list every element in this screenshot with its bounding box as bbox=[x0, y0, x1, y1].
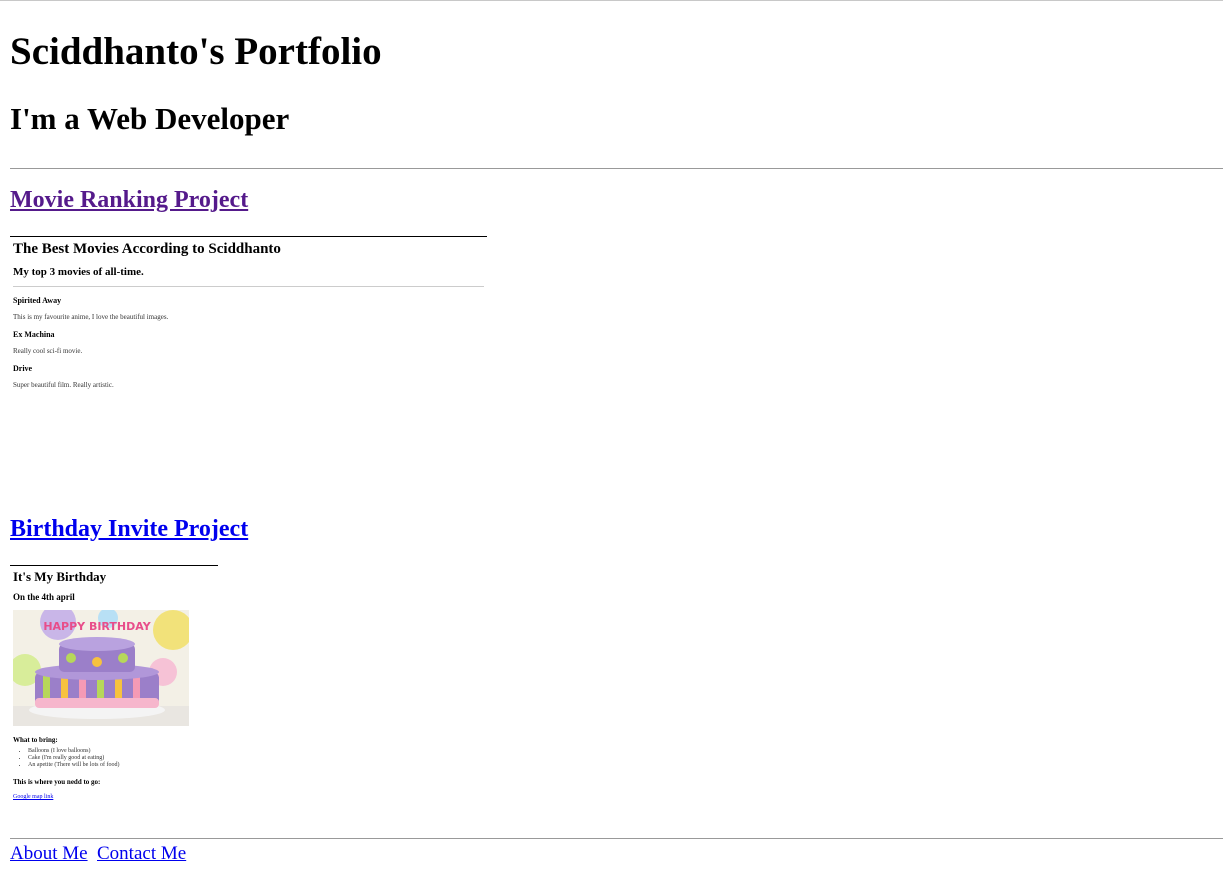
birthday-cake-image: HAPPY BIRTHDAY bbox=[13, 610, 189, 726]
page-title: Sciddhanto's Portfolio bbox=[10, 30, 382, 73]
birthday-invite-project-link[interactable]: Birthday Invite Project bbox=[10, 515, 248, 543]
location-heading: This is where you nedd to go: bbox=[13, 778, 101, 786]
movie-description: Super beautiful film. Really artistic. bbox=[13, 381, 114, 389]
movie-ranking-project-link[interactable]: Movie Ranking Project bbox=[10, 186, 248, 214]
list-item: An apetite (There will be lots of food) bbox=[28, 762, 119, 769]
google-map-link[interactable]: Google map link bbox=[13, 794, 53, 800]
contact-me-link[interactable]: Contact Me bbox=[97, 843, 186, 865]
top-border bbox=[0, 0, 1223, 1]
invite-date: On the 4th april bbox=[13, 592, 75, 602]
header-divider bbox=[10, 168, 1223, 169]
movie-title: Spirited Away bbox=[13, 296, 62, 305]
page-subtitle: I'm a Web Developer bbox=[10, 101, 290, 136]
movie-description: Really cool sci-fi movie. bbox=[13, 347, 83, 355]
movie-page-subheading: My top 3 movies of all-time. bbox=[13, 266, 144, 278]
about-me-link[interactable]: About Me bbox=[10, 843, 88, 865]
movie-title: Ex Machina bbox=[13, 330, 55, 339]
movie-page-heading: The Best Movies According to Sciddhanto bbox=[13, 241, 281, 257]
movie-page-divider bbox=[13, 286, 484, 287]
footer-divider bbox=[10, 838, 1223, 839]
birthday-invite-preview: It's My Birthday On the 4th april HAPPY … bbox=[10, 565, 218, 811]
cake-topper-text: HAPPY BIRTHDAY bbox=[43, 620, 151, 633]
movie-ranking-preview: The Best Movies According to Sciddhanto … bbox=[10, 236, 487, 487]
movie-description: This is my favourite anime, I love the b… bbox=[13, 313, 169, 321]
movie-title: Drive bbox=[13, 364, 33, 373]
bring-list: Balloons (I love balloons) Cake (I'm rea… bbox=[13, 748, 119, 769]
bring-heading: What to bring: bbox=[13, 736, 58, 744]
list-item: Balloons (I love balloons) bbox=[28, 748, 119, 755]
list-item: Cake (I'm really good at eating) bbox=[28, 755, 119, 762]
invite-heading: It's My Birthday bbox=[13, 569, 107, 584]
